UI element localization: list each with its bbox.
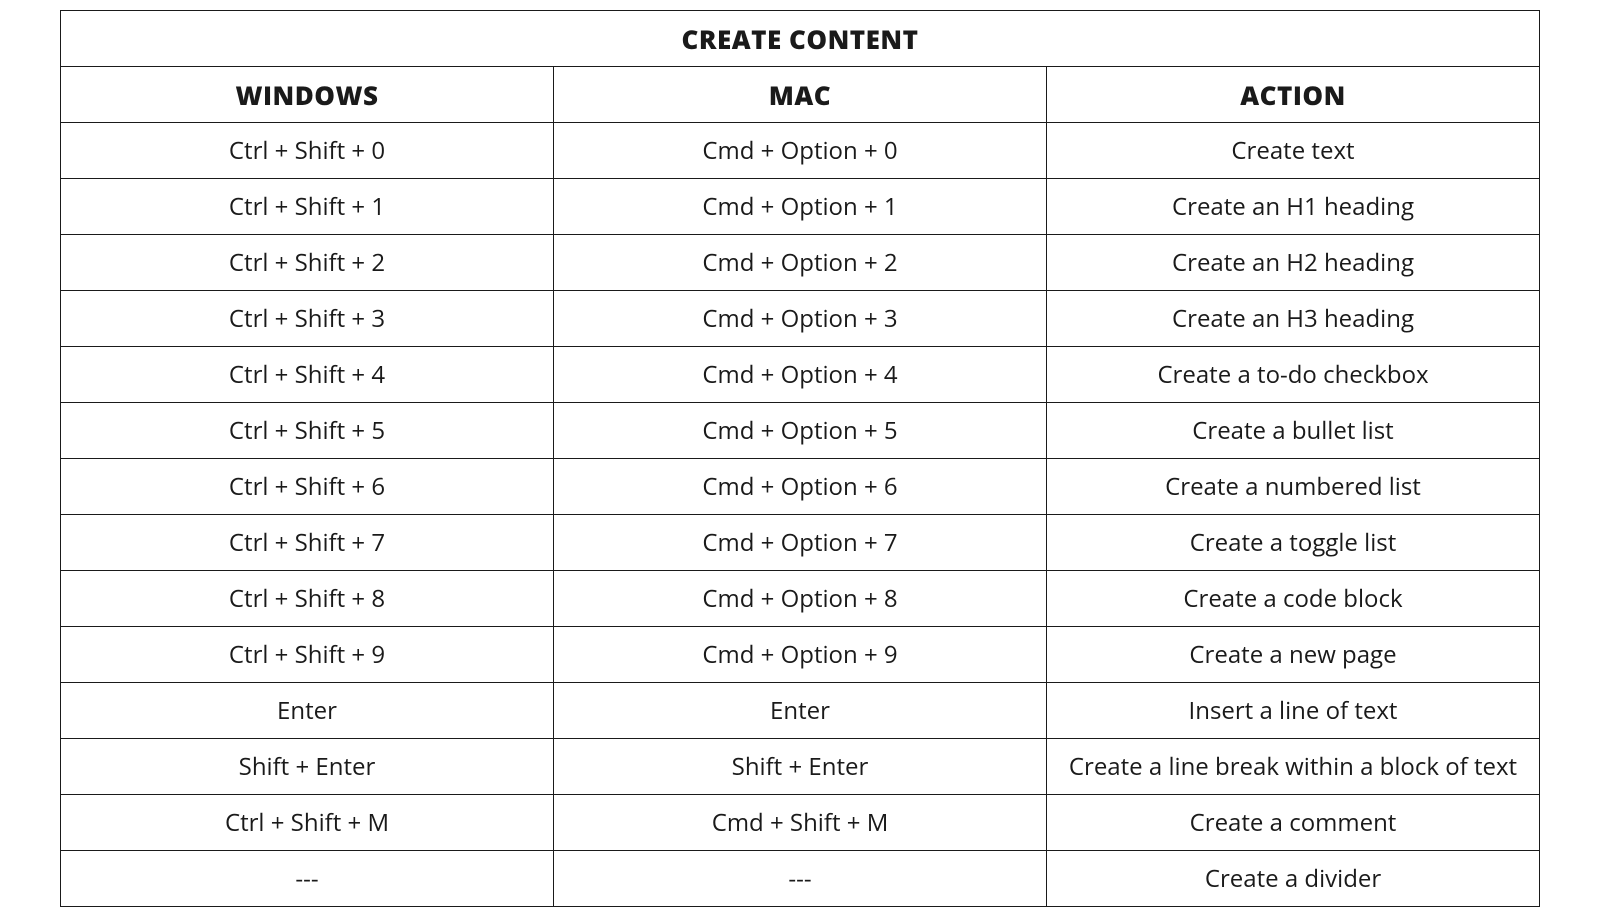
table-row: Ctrl + Shift + 8 Cmd + Option + 8 Create… bbox=[61, 571, 1540, 627]
cell-action: Create a numbered list bbox=[1047, 459, 1540, 515]
cell-action: Create a bullet list bbox=[1047, 403, 1540, 459]
cell-windows: Ctrl + Shift + 6 bbox=[61, 459, 554, 515]
cell-action: Create an H1 heading bbox=[1047, 179, 1540, 235]
cell-windows: Ctrl + Shift + 5 bbox=[61, 403, 554, 459]
table-title: CREATE CONTENT bbox=[61, 11, 1540, 67]
cell-mac: Enter bbox=[554, 683, 1047, 739]
cell-action: Create a code block bbox=[1047, 571, 1540, 627]
cell-mac: Cmd + Option + 2 bbox=[554, 235, 1047, 291]
title-row: CREATE CONTENT bbox=[61, 11, 1540, 67]
table-row: Enter Enter Insert a line of text bbox=[61, 683, 1540, 739]
cell-action: Create a toggle list bbox=[1047, 515, 1540, 571]
cell-windows: Ctrl + Shift + 2 bbox=[61, 235, 554, 291]
cell-action: Create a to-do checkbox bbox=[1047, 347, 1540, 403]
cell-action: Create text bbox=[1047, 123, 1540, 179]
table-row: Ctrl + Shift + 4 Cmd + Option + 4 Create… bbox=[61, 347, 1540, 403]
cell-action: Create a new page bbox=[1047, 627, 1540, 683]
cell-windows: Ctrl + Shift + 0 bbox=[61, 123, 554, 179]
table-row: Ctrl + Shift + 7 Cmd + Option + 7 Create… bbox=[61, 515, 1540, 571]
table-row: Ctrl + Shift + 2 Cmd + Option + 2 Create… bbox=[61, 235, 1540, 291]
cell-action: Create a divider bbox=[1047, 851, 1540, 907]
cell-action: Create an H2 heading bbox=[1047, 235, 1540, 291]
table-row: Shift + Enter Shift + Enter Create a lin… bbox=[61, 739, 1540, 795]
cell-mac: Shift + Enter bbox=[554, 739, 1047, 795]
cell-windows: Enter bbox=[61, 683, 554, 739]
table-row: Ctrl + Shift + 5 Cmd + Option + 5 Create… bbox=[61, 403, 1540, 459]
cell-windows: Ctrl + Shift + 3 bbox=[61, 291, 554, 347]
cell-windows: Ctrl + Shift + 7 bbox=[61, 515, 554, 571]
cell-action: Create a line break within a block of te… bbox=[1047, 739, 1540, 795]
cell-mac: Cmd + Option + 3 bbox=[554, 291, 1047, 347]
cell-mac: Cmd + Shift + M bbox=[554, 795, 1047, 851]
cell-action: Insert a line of text bbox=[1047, 683, 1540, 739]
cell-mac: Cmd + Option + 7 bbox=[554, 515, 1047, 571]
cell-mac: Cmd + Option + 9 bbox=[554, 627, 1047, 683]
cell-windows: Ctrl + Shift + 9 bbox=[61, 627, 554, 683]
table-row: Ctrl + Shift + 1 Cmd + Option + 1 Create… bbox=[61, 179, 1540, 235]
table-row: --- --- Create a divider bbox=[61, 851, 1540, 907]
cell-mac: Cmd + Option + 1 bbox=[554, 179, 1047, 235]
shortcut-table: CREATE CONTENT WINDOWS MAC ACTION Ctrl +… bbox=[60, 10, 1540, 907]
cell-windows: Shift + Enter bbox=[61, 739, 554, 795]
table-row: Ctrl + Shift + 3 Cmd + Option + 3 Create… bbox=[61, 291, 1540, 347]
cell-windows: Ctrl + Shift + 8 bbox=[61, 571, 554, 627]
table-row: Ctrl + Shift + 9 Cmd + Option + 9 Create… bbox=[61, 627, 1540, 683]
cell-action: Create an H3 heading bbox=[1047, 291, 1540, 347]
cell-mac: Cmd + Option + 8 bbox=[554, 571, 1047, 627]
header-row: WINDOWS MAC ACTION bbox=[61, 67, 1540, 123]
header-windows: WINDOWS bbox=[61, 67, 554, 123]
table-body: Ctrl + Shift + 0 Cmd + Option + 0 Create… bbox=[61, 123, 1540, 907]
table-row: Ctrl + Shift + 0 Cmd + Option + 0 Create… bbox=[61, 123, 1540, 179]
cell-mac: Cmd + Option + 4 bbox=[554, 347, 1047, 403]
cell-windows: Ctrl + Shift + M bbox=[61, 795, 554, 851]
header-action: ACTION bbox=[1047, 67, 1540, 123]
table-row: Ctrl + Shift + M Cmd + Shift + M Create … bbox=[61, 795, 1540, 851]
table-row: Ctrl + Shift + 6 Cmd + Option + 6 Create… bbox=[61, 459, 1540, 515]
cell-mac: Cmd + Option + 5 bbox=[554, 403, 1047, 459]
cell-mac: Cmd + Option + 6 bbox=[554, 459, 1047, 515]
cell-mac: --- bbox=[554, 851, 1047, 907]
cell-windows: Ctrl + Shift + 1 bbox=[61, 179, 554, 235]
header-mac: MAC bbox=[554, 67, 1047, 123]
cell-windows: --- bbox=[61, 851, 554, 907]
cell-windows: Ctrl + Shift + 4 bbox=[61, 347, 554, 403]
cell-action: Create a comment bbox=[1047, 795, 1540, 851]
cell-mac: Cmd + Option + 0 bbox=[554, 123, 1047, 179]
